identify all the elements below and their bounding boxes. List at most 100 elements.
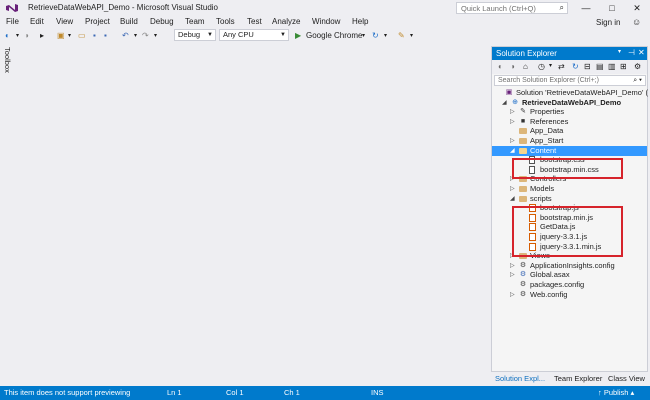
start-play-icon[interactable]: ▶ [295, 30, 301, 42]
menu-view[interactable]: View [56, 17, 73, 26]
quick-launch-input[interactable]: Quick Launch (Ctrl+Q) ⌕ [456, 2, 568, 14]
save-all-icon[interactable]: ▪ [104, 30, 107, 42]
dropdown-arrow-icon[interactable]: ▸ [40, 30, 44, 42]
toolbox-tab[interactable]: Toolbox [3, 47, 12, 73]
tree-item-label: Content [530, 145, 557, 155]
back-icon[interactable]: ◐ [5, 30, 10, 42]
wrench-icon[interactable]: ⚙ [634, 62, 641, 71]
platform-dropdown[interactable]: Any CPU ▼ [219, 29, 289, 41]
user-icon[interactable]: ☺ [632, 17, 641, 27]
collapse-arrow-icon[interactable]: ◢ [510, 194, 517, 204]
tree-item[interactable]: ▣ Solution 'RetrieveDataWebAPI_Demo' ( [492, 88, 648, 98]
menu-tools[interactable]: Tools [216, 17, 235, 26]
solution-explorer-search-input[interactable]: Search Solution Explorer (Ctrl+;) ⌕ ▾ [494, 75, 646, 86]
tree-item-label: References [530, 116, 569, 126]
menu-edit[interactable]: Edit [30, 17, 44, 26]
tab-class-view[interactable]: Class View [608, 374, 645, 383]
chevron-down-icon: ▼ [207, 32, 213, 38]
tab-team-explorer[interactable]: Team Explorer [554, 374, 602, 383]
menu-project[interactable]: Project [85, 17, 110, 26]
dropdown-arrow-icon[interactable]: ▾ [134, 30, 137, 42]
refresh-icon[interactable]: ↻ [572, 62, 579, 71]
back-icon[interactable]: ◐ [498, 62, 503, 71]
home-icon[interactable]: ⌂ [523, 62, 528, 71]
pin-icon[interactable]: ⊣ [628, 48, 635, 57]
dropdown-arrow-icon[interactable]: ▾ [68, 30, 71, 42]
collapse-arrow-icon[interactable]: ◢ [510, 146, 517, 156]
tree-item[interactable]: ◢ scripts [492, 194, 647, 204]
tree-item[interactable]: ▷ Models [492, 184, 647, 194]
expand-arrow-icon[interactable]: ▷ [510, 184, 517, 194]
redo-icon[interactable]: ↷ [142, 30, 149, 42]
menu-team[interactable]: Team [185, 17, 205, 26]
configuration-dropdown[interactable]: Debug ▼ [174, 29, 216, 41]
tree-item[interactable]: ⚙ packages.config [492, 280, 647, 290]
browser-link-icon[interactable]: ✎ [398, 30, 405, 42]
tree-item[interactable]: ▷ ⚙ Global.asax [492, 270, 647, 280]
tree-item[interactable]: ▷ ⚙ ApplicationInsights.config [492, 261, 647, 271]
close-icon[interactable]: ✕ [638, 48, 645, 57]
tree-item[interactable]: ◢ Content [492, 145, 647, 156]
search-icon: ⌕ [559, 3, 564, 12]
forward-icon[interactable]: ◑ [24, 30, 29, 42]
config-file-icon: ⚙ [519, 290, 527, 298]
open-folder-icon[interactable]: ▭ [78, 30, 86, 42]
menu-window[interactable]: Window [312, 17, 340, 26]
dropdown-arrow-icon[interactable]: ▾ [362, 30, 365, 42]
references-icon: ■ [520, 117, 526, 125]
tree-item-label: Global.asax [530, 270, 570, 280]
expand-arrow-icon[interactable]: ▷ [510, 261, 517, 271]
minimize-button[interactable]: — [577, 1, 595, 15]
menu-file[interactable]: File [6, 17, 19, 26]
chevron-down-icon: ▼ [280, 32, 286, 38]
tree-item[interactable]: ▷ ✎ Properties [492, 107, 647, 117]
collapse-all-icon[interactable]: ⊟ [584, 62, 591, 71]
status-message: This item does not support previewing [4, 388, 131, 397]
undo-icon[interactable]: ↶ [122, 30, 129, 42]
dropdown-arrow-icon[interactable]: ▾ [410, 30, 413, 42]
tree-item-label: Solution 'RetrieveDataWebAPI_Demo' ( [516, 88, 648, 97]
sync-icon[interactable]: ⇄ [558, 62, 565, 71]
dropdown-arrow-icon[interactable]: ▾ [549, 62, 552, 69]
menu-test[interactable]: Test [247, 17, 262, 26]
menu-build[interactable]: Build [120, 17, 138, 26]
expand-arrow-icon[interactable]: ▷ [510, 270, 517, 280]
folder-icon [519, 128, 527, 135]
publish-button[interactable]: ↑ Publish ▴ [598, 388, 634, 397]
menu-debug[interactable]: Debug [150, 17, 174, 26]
new-project-icon[interactable]: ▣ [57, 30, 65, 42]
expand-arrow-icon[interactable]: ▷ [510, 290, 517, 300]
show-all-files-icon[interactable]: ▤ [596, 62, 604, 71]
pending-changes-icon[interactable]: ◷ [538, 62, 545, 71]
configuration-value: Debug [178, 30, 201, 39]
tree-item-label: scripts [530, 193, 552, 203]
tree-item[interactable]: ▷ ⚙ Web.config [492, 290, 647, 300]
folder-icon [519, 138, 527, 144]
dropdown-arrow-icon[interactable]: ▾ [618, 48, 621, 55]
expand-arrow-icon[interactable]: ▷ [510, 117, 517, 127]
menu-help[interactable]: Help [352, 17, 368, 26]
forward-icon[interactable]: ◑ [510, 62, 515, 71]
expand-arrow-icon[interactable]: ▷ [510, 136, 517, 146]
sign-in-link[interactable]: Sign in [596, 18, 620, 27]
dropdown-arrow-icon[interactable]: ▾ [384, 30, 387, 42]
tree-item[interactable]: App_Data [492, 126, 647, 136]
refresh-icon[interactable]: ↻ [372, 30, 379, 42]
preview-icon[interactable]: ⊞ [620, 62, 627, 71]
tree-item[interactable]: ▷ ■ References [492, 117, 647, 127]
expand-arrow-icon[interactable]: ▷ [510, 107, 517, 117]
dropdown-arrow-icon[interactable]: ▾ [16, 30, 19, 42]
save-icon[interactable]: ▪ [93, 30, 96, 42]
tree-item[interactable]: ▷ App_Start [492, 136, 647, 146]
tree-item[interactable]: ◢ ⊕ RetrieveDataWebAPI_Demo [492, 98, 647, 108]
tree-item-label: Properties [530, 107, 565, 117]
run-target-label[interactable]: Google Chrome [306, 30, 362, 42]
maximize-button[interactable]: □ [603, 1, 621, 15]
dropdown-arrow-icon[interactable]: ▾ [154, 30, 157, 42]
menu-analyze[interactable]: Analyze [272, 17, 300, 26]
folder-icon [519, 186, 527, 192]
close-button[interactable]: ✕ [628, 1, 646, 15]
tab-solution-explorer[interactable]: Solution Expl... [495, 374, 545, 383]
properties-icon[interactable]: ▥ [608, 62, 616, 71]
collapse-arrow-icon[interactable]: ◢ [502, 98, 509, 108]
